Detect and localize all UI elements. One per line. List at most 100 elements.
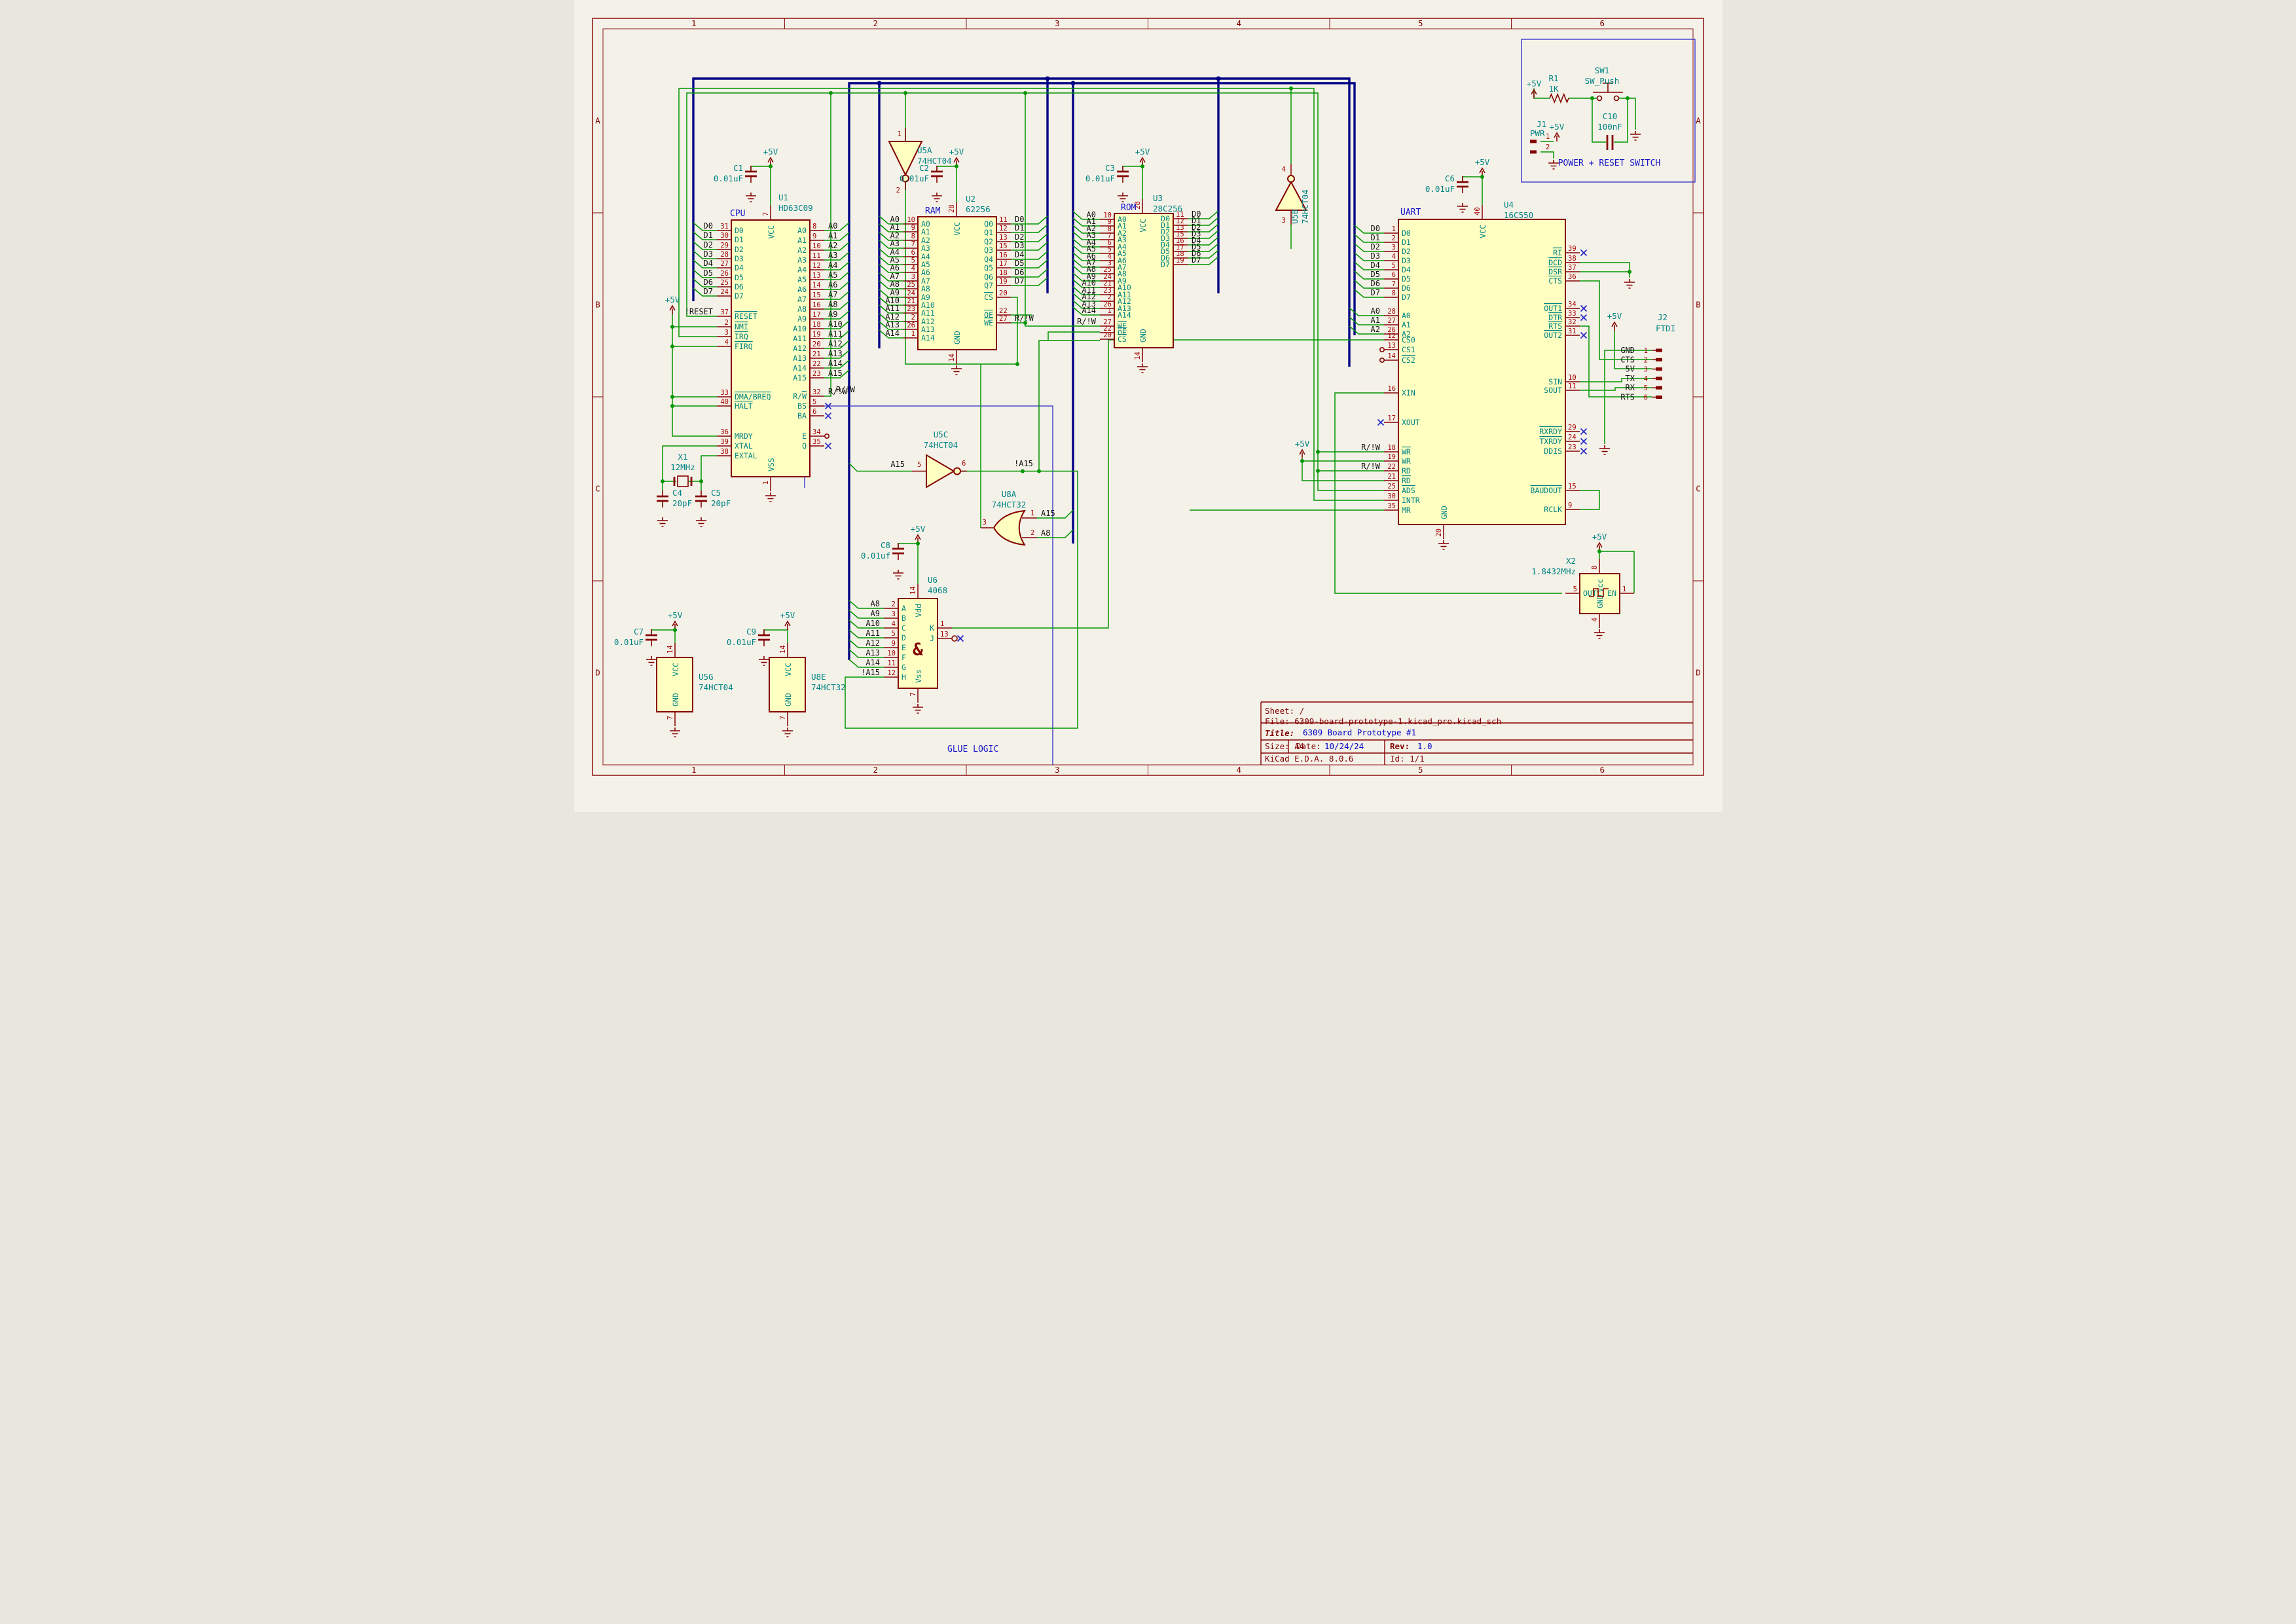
pin-number: 7 [666,716,674,720]
net-label: A2 [828,241,837,250]
pin-name: A14 [793,363,807,373]
net-label: A1 [1370,316,1379,325]
pin-number: 10 [1568,374,1576,382]
junction-dot [1140,164,1144,168]
j2-pin-name: CTS [1620,355,1635,364]
pin-name: D1 [735,235,744,244]
power-label: +5V [949,147,964,157]
pin-number: 3 [724,329,728,337]
svg-text:3: 3 [982,519,986,526]
junction-dot [699,479,703,483]
capacitor-symbol [931,166,943,183]
capacitor-symbol [646,629,657,646]
j1-ref: J1 [1537,119,1546,129]
pin-name: XOUT [1402,418,1420,427]
pin-number: 2 [1391,234,1395,242]
pin-name: A6 [921,268,930,277]
svg-text:3: 3 [1281,217,1285,225]
j2-pad [1656,367,1662,371]
pin-number: 18 [999,269,1008,277]
cap-c3: C30.01uF [1085,163,1128,183]
pin-number: 29 [720,242,729,249]
pin-number: 6 [812,408,816,416]
pin-name: DSR [1548,267,1562,276]
pin-number: 19 [1387,453,1396,461]
pin-name: K [930,623,934,633]
pin-name: B [902,614,906,623]
pin-number: 28 [948,204,956,213]
junction-dot [670,325,674,329]
pin-number: 9 [1568,502,1572,509]
tb-id: Id: 1/1 [1390,754,1425,764]
pin-number: 16 [812,301,821,309]
cap-ref: C8 [880,540,890,550]
text-label: RAM [925,206,941,216]
title-block: Sheet: / File: 6309-board-prototype-1.ki… [1261,702,1693,765]
pin-name: A4 [797,265,807,274]
pin-number: 5 [812,398,816,406]
pin-number: 15 [1568,483,1576,490]
pin-name: A1 [921,227,930,236]
pin-name: OUT1 [1544,304,1562,313]
pin-number: 25 [720,279,729,287]
net-label: D3 [1015,241,1024,250]
cap-value: 0.01uF [1085,174,1114,183]
pin-number: 13 [940,631,949,638]
frame-col-label: 4 [1236,765,1241,775]
ground-icon [746,193,756,202]
cap-value: 20pF [711,498,731,508]
net-label: D1 [1015,223,1024,232]
pin-number: 12 [812,262,821,270]
net-label: D4 [1370,261,1379,270]
ic-ref: X2 [1565,556,1575,566]
pin-number: 2 [911,314,915,322]
pin-number: 4 [891,620,895,628]
j2-pin-name: TX [1625,374,1635,383]
frame-col-label: 6 [1599,765,1605,775]
pin-number: 4 [1391,253,1395,261]
ground-icon [932,193,942,202]
pin-number: 1 [940,620,944,628]
pin-number: 31 [720,223,729,231]
u5a-ref: U5A [917,145,932,155]
pin-number: 35 [812,438,821,446]
pin-number: 20 [812,341,821,348]
junction-dot [916,542,920,545]
connector-j1: J1 PWR 1 2 [1530,119,1550,154]
bus-junction-dot [1070,81,1075,86]
pin-name: RESET [735,312,757,321]
pin-name: Q1 [984,228,993,237]
pin-name: A8 [921,284,930,293]
pin-number: 32 [812,388,821,396]
ic-u4: U416C5501D0D02D1D13D2D24D3D35D4D46D5D57D… [1349,200,1580,539]
pin-name: CS0 [1402,335,1415,344]
pin-number: 20 [1435,528,1443,537]
pin-number: 22 [999,307,1008,315]
u5b-ref: U5B [1290,209,1300,224]
j2-pad [1656,396,1662,399]
pin-name: CS [984,293,993,302]
ic-ref: U1 [778,193,788,202]
junction-dot [1037,470,1041,473]
pin-number: 11 [1568,382,1576,390]
j2-value: FTDI [1656,323,1675,333]
cap-ref: C9 [746,627,756,637]
pin-number: 15 [999,242,1008,250]
pin-number: 19 [999,278,1008,286]
pin-number: 32 [1568,318,1576,326]
pin-name: A1 [1402,320,1411,329]
net-label: D0 [1015,215,1024,224]
pin-number: 27 [720,260,729,268]
pin-name: A0 [1402,311,1411,320]
pin-name: A10 [793,324,807,333]
pin-number: 36 [1568,273,1576,281]
junction-dot [769,164,773,168]
pin-name: A13 [793,354,807,363]
pin-name: A5 [797,275,807,284]
ic-ref: U8E [811,672,826,682]
pin-number: 11 [999,216,1008,224]
net-label: D1 [1370,233,1379,242]
junction-dot [955,164,958,168]
cap-ref: C7 [633,627,643,637]
capacitor-symbol [745,166,757,183]
